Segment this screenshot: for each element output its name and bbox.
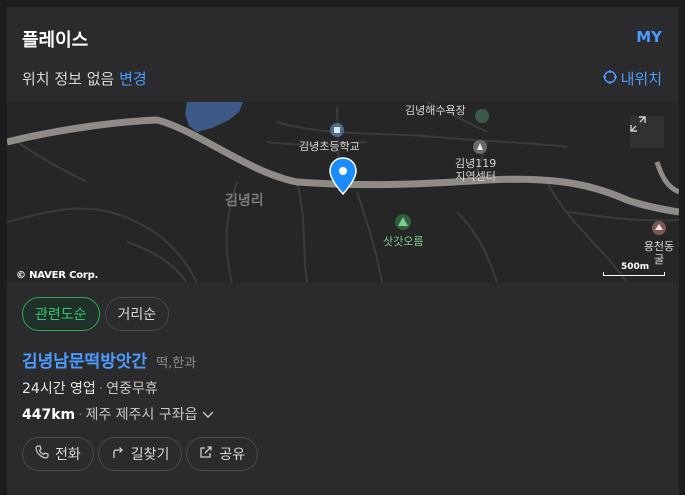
map-label-beach[interactable]: 김녕해수욕장 xyxy=(405,104,466,117)
result-title-row: 김녕남문떡방앗간 떡,한과 xyxy=(22,347,214,372)
result-closed-days: 연중무휴 xyxy=(106,381,158,397)
directions-label: 길찾기 xyxy=(130,447,170,463)
school-icon xyxy=(334,127,340,133)
my-button[interactable]: MY xyxy=(636,28,662,46)
result-category: 떡,한과 xyxy=(156,356,197,371)
sort-options: 관련도순 거리순 xyxy=(22,297,170,331)
chevron-down-icon[interactable] xyxy=(202,407,214,423)
my-location-label: 내위치 xyxy=(620,70,662,88)
map-pin-icon xyxy=(329,157,357,196)
result-name-link[interactable]: 김녕남문떡방앗간 xyxy=(22,352,147,372)
map-label-center-line2: 지역센터 xyxy=(455,170,496,183)
place-result: 김녕남문떡방앗간 떡,한과 24시간 영업 · 연중무휴 447km · 제주 제주시 … xyxy=(22,347,214,424)
map-label-oreum[interactable]: 삿갓오름 xyxy=(383,235,423,248)
place-header: 플레이스 MY 위치 정보 없음 변경 내위치 xyxy=(7,7,679,102)
result-address-row[interactable]: 447km · 제주 제주시 구좌읍 xyxy=(22,404,214,424)
result-actions: 전화 길찾기 공유 xyxy=(22,437,259,471)
map-scale: 500m xyxy=(603,262,665,276)
place-panel: 플레이스 MY 위치 정보 없음 변경 내위치 김녕해수욕장 김녕초등학교 김녕… xyxy=(7,7,679,495)
map-label-center-line1: 김녕119 xyxy=(455,157,497,170)
map-label-school[interactable]: 김녕초등학교 xyxy=(299,140,360,153)
my-location-button[interactable]: 내위치 xyxy=(602,68,662,89)
call-label: 전화 xyxy=(55,447,81,463)
expand-map-button[interactable] xyxy=(630,116,664,148)
share-label: 공유 xyxy=(219,447,246,463)
map-scale-bar xyxy=(603,272,665,276)
page-title: 플레이스 xyxy=(22,30,89,51)
map-copyright: © NAVER Corp. xyxy=(16,270,99,281)
sort-relevance-button[interactable]: 관련도순 xyxy=(22,297,100,331)
share-icon xyxy=(199,445,213,463)
location-status: 위치 정보 없음 변경 xyxy=(22,68,147,89)
map-view[interactable]: 김녕해수욕장 김녕초등학교 김녕119 지역센터 김녕리 삿갓오름 용천동굴 ©… xyxy=(7,102,679,283)
turn-arrow-icon xyxy=(111,445,125,463)
result-address: 제주 제주시 구좌읍 xyxy=(85,407,198,423)
map-label-region: 김녕리 xyxy=(225,193,264,209)
water-area xyxy=(185,102,243,132)
map-label-center[interactable]: 김녕119 지역센터 xyxy=(455,157,496,183)
result-hours-row: 24시간 영업 · 연중무휴 xyxy=(22,381,158,397)
crosshair-icon xyxy=(602,69,617,88)
share-button[interactable]: 공유 xyxy=(186,437,259,471)
change-location-link[interactable]: 변경 xyxy=(119,70,147,88)
map-canvas xyxy=(7,102,679,283)
result-hours: 24시간 영업 xyxy=(22,381,96,397)
map-scale-label: 500m xyxy=(621,262,650,272)
phone-icon xyxy=(35,445,49,463)
call-button[interactable]: 전화 xyxy=(22,437,94,471)
sort-distance-button[interactable]: 거리순 xyxy=(104,297,170,331)
result-distance: 447km xyxy=(22,407,76,423)
location-status-text: 위치 정보 없음 xyxy=(22,70,115,88)
directions-button[interactable]: 길찾기 xyxy=(97,437,183,471)
